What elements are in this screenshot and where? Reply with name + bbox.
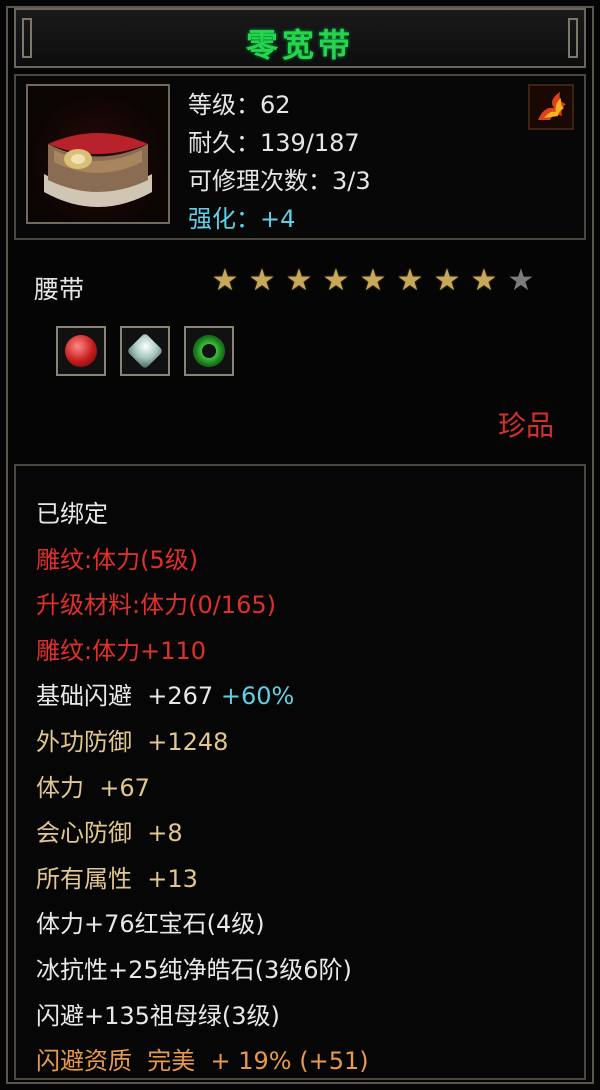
star-icon: ★ [322,263,350,298]
stamina-line: 体力 +67 [36,766,369,812]
stat-separator: ： [236,205,260,233]
dodge-quality-label: 闪避资质 [36,1047,132,1076]
crit-defense-value: +8 [147,819,183,848]
engrave-line: 雕纹:体力(5级) [36,545,199,574]
attributes-panel: 已绑定 雕纹:体力(5级) 升级材料:体力(0/165) 雕纹:体力+110 基… [14,464,586,1080]
rarity-label: 珍品 [497,409,554,442]
upgrade-material-line: 升级材料:体力(0/165) [36,591,276,620]
stamina-label: 体力 [36,773,84,802]
all-attributes-value: +13 [147,864,198,893]
stat-durability-value: 139/187 [260,129,360,157]
gem-bonus-line-1: 体力+76红宝石(4级) [36,910,265,939]
star-icon: ★ [248,263,276,298]
outer-defense-label: 外功防御 [36,727,132,756]
stat-level: 等级：62 [188,86,371,124]
star-empty-icon: ★ [507,263,535,298]
stat-durability-label: 耐久 [188,129,236,157]
all-attributes-line: 所有属性 +13 [36,857,369,903]
star-icon: ★ [359,263,387,298]
crit-defense-line: 会心防御 +8 [36,811,369,857]
stat-repairs-value: 3/3 [332,167,371,195]
gem-slot-2[interactable] [120,326,170,376]
stat-enhance: 强化：+4 [188,200,371,238]
stat-enhance-value: +4 [260,205,296,233]
stat-repairs-label: 可修理次数 [188,167,308,195]
crit-defense-label: 会心防御 [36,819,132,848]
stat-separator: ： [236,129,260,157]
star-icon: ★ [211,263,239,298]
stamina-value: +67 [99,773,150,802]
star-icon: ★ [433,263,461,298]
bound-status: 已绑定 [36,500,108,528]
belt-item-icon [26,84,170,224]
stat-level-label: 等级 [188,91,236,119]
stat-repairs: 可修理次数：3/3 [188,162,371,200]
item-summary-panel: 等级：62 耐久：139/187 可修理次数：3/3 强化：+4 [14,74,586,240]
item-name: 零宽带 [245,26,354,64]
base-dodge-value: +267 [147,682,214,711]
belt-image [44,133,152,207]
all-attributes-label: 所有属性 [36,864,132,893]
star-icon: ★ [396,263,424,298]
gem-bonus-line-2: 冰抗性+25纯净皓石(3级6阶) [36,955,352,984]
stat-separator: ： [308,167,332,195]
star-icon: ★ [285,263,313,298]
stat-enhance-label: 强化 [188,205,236,233]
attribute-list: 已绑定 雕纹:体力(5级) 升级材料:体力(0/165) 雕纹:体力+110 基… [36,492,369,1085]
gem-bonus-line-3: 闪避+135祖母绿(3级) [36,1001,280,1030]
dodge-quality-value: + 19% (+51) [210,1047,369,1076]
gem-slot-1[interactable] [56,326,106,376]
base-dodge-bonus: +60% [220,682,295,711]
outer-defense-value: +1248 [147,727,229,756]
base-dodge-label: 基础闪避 [36,682,132,711]
item-stats: 等级：62 耐久：139/187 可修理次数：3/3 强化：+4 [188,86,371,238]
dodge-quality-grade: 完美 [147,1047,196,1076]
stat-durability: 耐久：139/187 [188,124,371,162]
item-type: 腰带 [34,275,85,304]
emerald-gem-icon [193,335,225,367]
engrave-bonus-line: 雕纹:体力+110 [36,636,207,665]
stat-separator: ： [236,91,260,119]
outer-defense-line: 外功防御 +1248 [36,720,369,766]
star-rating: ★ ★ ★ ★ ★ ★ ★ ★ ★ [208,264,538,298]
item-tooltip: 零宽带 等级：62 耐久：139/187 可修理次数：3/3 强化：+4 腰带 … [0,0,600,1090]
dodge-quality-line: 闪避资质 完美 + 19% (+51) [36,1039,369,1085]
diamond-gem-icon [126,332,164,370]
gem-slot-3[interactable] [184,326,234,376]
base-dodge-line: 基础闪避 +267 +60% [36,674,369,720]
gem-slots [56,326,234,376]
flame-icon [528,84,574,130]
stat-level-value: 62 [260,91,291,119]
title-bar: 零宽带 [14,8,586,68]
ruby-gem-icon [65,335,97,367]
star-icon: ★ [470,263,498,298]
